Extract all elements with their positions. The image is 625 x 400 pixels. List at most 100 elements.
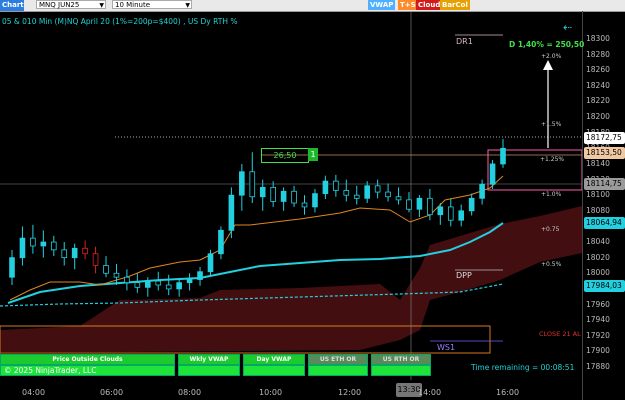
candle-body (165, 284, 172, 290)
candle-body (30, 237, 36, 247)
candle-body (427, 197, 433, 216)
candle-body (301, 202, 308, 208)
arrow-left-icon[interactable]: ⇠ (563, 21, 572, 34)
candle-body (500, 147, 506, 165)
price-tick-label: 17920 (586, 330, 610, 340)
candle-body (343, 190, 350, 196)
time-tick-label: 06:00 (100, 388, 124, 397)
candle-body (19, 237, 26, 259)
candle-body (228, 194, 235, 231)
candle-body (103, 265, 109, 274)
close-label: CLOSE 21 AL (539, 330, 581, 338)
candle-body (259, 186, 266, 198)
us-rth-or-button[interactable]: US RTH OR (371, 354, 431, 365)
candle-body (447, 206, 454, 221)
candle-body (385, 191, 391, 198)
chevron-down-icon: ▼ (185, 2, 190, 9)
tag-vwap[interactable]: VWAP (368, 0, 396, 10)
time-tick-label: 12:00 (338, 388, 362, 397)
price-marker: 17984,03 (584, 279, 625, 292)
candle-body (395, 196, 402, 201)
candle-body (134, 282, 141, 288)
delta-label: D 1,40% = 250,50 (509, 40, 585, 49)
time-tick-label: 14:00 (418, 388, 442, 397)
time-remaining: Time remaining = 00:08:51 (471, 363, 575, 372)
price-marker: 18114,75 (584, 177, 625, 190)
chart-tab[interactable]: Chart (0, 0, 24, 11)
price-tick-label: 18240 (586, 80, 610, 90)
price-tick-label: 17900 (586, 346, 610, 356)
pct-label: +1.25% (540, 156, 565, 163)
ruler-count: 1 (308, 148, 318, 161)
chevron-down-icon: ▼ (99, 2, 104, 9)
copyright-text: © 2025 NinjaTrader, LLC (4, 366, 97, 375)
tag-cloud[interactable]: Cloud (416, 0, 443, 10)
price-tick-label: 17940 (586, 315, 610, 325)
status-bar-segment (308, 365, 368, 376)
candle-body (374, 185, 381, 193)
time-tick-label: 10:00 (259, 388, 283, 397)
price-marker: 18153,50 (584, 147, 625, 160)
interval-selector[interactable]: 10 Minute ▼ (112, 0, 192, 9)
candle-body (416, 197, 423, 210)
price-tick-label: 18220 (586, 96, 610, 106)
status-bar-segment (178, 365, 240, 376)
candle-body (124, 276, 130, 284)
candle-body (207, 253, 214, 273)
candle-body (239, 171, 245, 196)
price-outside-clouds-button[interactable]: Price Outside Clouds (0, 354, 175, 365)
candle-body (82, 247, 88, 255)
price-tick-label: 18000 (586, 268, 610, 278)
candle-body (280, 190, 287, 202)
candle-body (176, 282, 182, 290)
price-chart[interactable] (0, 11, 582, 400)
us-eth-or-button[interactable]: US ETH OR (308, 354, 368, 365)
candle-body (186, 279, 193, 284)
tag-barcol[interactable]: BarCol (440, 0, 470, 10)
ruler-value[interactable]: 26,50 (261, 148, 309, 163)
price-tick-label: 18300 (586, 34, 610, 43)
candle-body (92, 253, 99, 266)
ws1-label: WS1 (437, 343, 456, 352)
price-tick-label: 18260 (586, 65, 610, 75)
time-tick-label: 08:00 (178, 388, 202, 397)
candle-body (145, 280, 151, 288)
pct-label: +0.5% (541, 261, 562, 268)
day-vwap-button[interactable]: Day VWAP (243, 354, 305, 365)
pct-label: +1.0% (541, 191, 562, 198)
price-tick-label: 17880 (586, 362, 610, 371)
price-tick-label: 18020 (586, 252, 610, 262)
price-tick-label: 18280 (586, 49, 610, 59)
candle-body (479, 183, 485, 199)
candle-body (50, 241, 57, 251)
price-axis[interactable]: 1830018280182601824018220182001818018160… (582, 11, 625, 400)
price-marker: 18172,75 (584, 132, 625, 145)
candle-body (489, 163, 496, 185)
candle-body (406, 199, 412, 210)
instrument-selector[interactable]: MNQ JUN25 ▼ (36, 0, 106, 9)
interval-label: 10 Minute (115, 1, 151, 9)
price-tick-label: 17960 (586, 299, 610, 309)
price-tick-label: 18200 (586, 112, 610, 122)
candle-body (437, 206, 444, 216)
pct-label: +0.75 (541, 226, 560, 233)
candle-body (333, 180, 339, 191)
tag-tns[interactable]: T+S (398, 0, 418, 10)
candle-body (155, 280, 162, 286)
candle-body (291, 190, 297, 204)
price-tick-label: 18040 (586, 237, 610, 247)
candle-body (9, 257, 15, 278)
candle-body (71, 247, 78, 259)
candle-body (468, 197, 475, 212)
pct-label: +2.0% (541, 53, 562, 60)
status-bar-segment (371, 365, 431, 376)
price-tick-label: 18140 (586, 158, 610, 168)
candle-body (322, 180, 329, 195)
candle-body (249, 171, 256, 198)
status-bar-segment (243, 365, 305, 376)
time-tick-label: 04:00 (22, 388, 46, 397)
instrument-label: MNQ JUN25 (39, 1, 80, 9)
dr1-label: DR1 (456, 37, 473, 46)
candle-body (40, 241, 47, 247)
weekly-vwap-button[interactable]: Wkly VWAP (178, 354, 240, 365)
